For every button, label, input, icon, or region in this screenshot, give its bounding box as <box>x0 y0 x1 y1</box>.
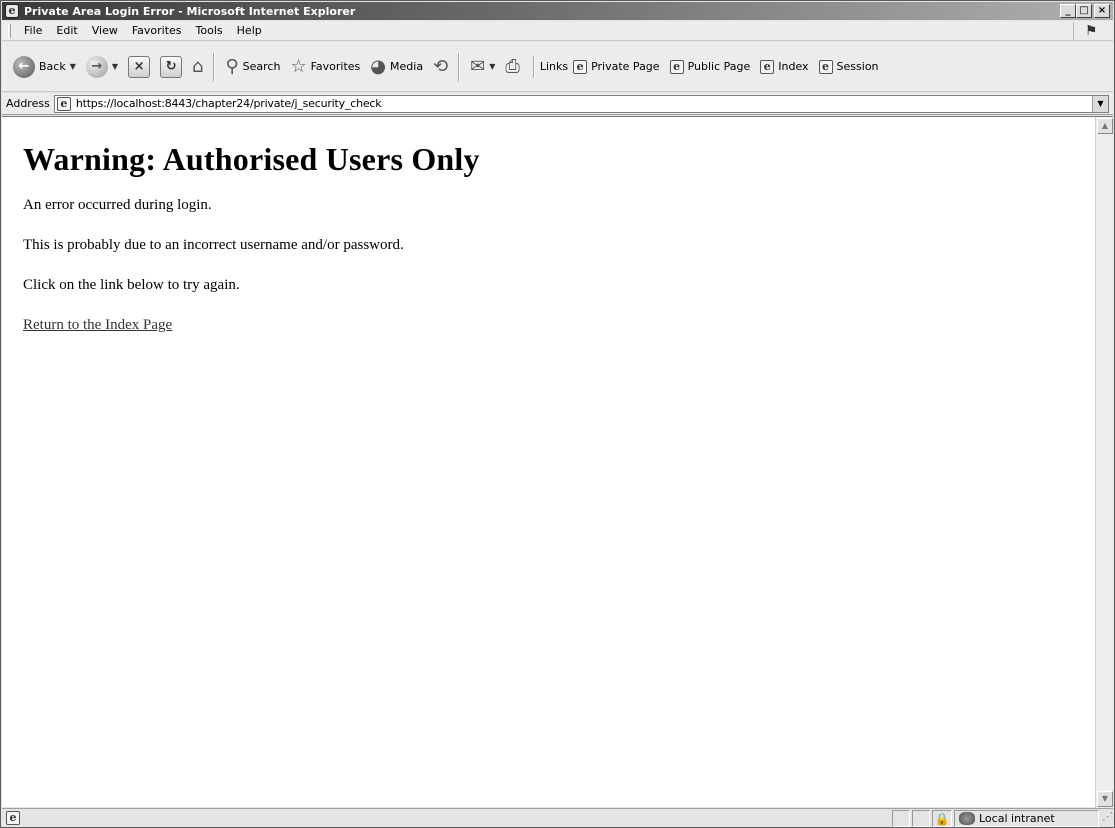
back-arrow-icon: ← <box>13 55 35 78</box>
forward-button[interactable]: → ▼ <box>81 52 123 82</box>
home-button[interactable]: ⌂ <box>187 52 208 82</box>
page-content: Warning: Authorised Users Only An error … <box>23 117 1083 334</box>
stop-button[interactable]: × <box>123 52 155 82</box>
toolbar-separator <box>458 52 461 81</box>
menu-view[interactable]: View <box>85 24 125 37</box>
menu-bar: File Edit View Favorites Tools Help ⚑ <box>2 21 1113 41</box>
home-icon: ⌂ <box>192 56 204 77</box>
security-zone[interactable]: Local intranet <box>954 810 1099 827</box>
window-title: Private Area Login Error - Microsoft Int… <box>24 4 356 18</box>
resize-grip-icon[interactable]: ⋰ <box>1099 810 1113 827</box>
address-bar: Address e https://localhost:8443/chapter… <box>2 93 1113 115</box>
link-index[interactable]: e Index <box>755 59 813 74</box>
forward-arrow-icon: → <box>85 55 108 78</box>
menu-tools[interactable]: Tools <box>189 24 230 37</box>
maximize-button[interactable]: □ <box>1076 4 1092 18</box>
links-bar: Links e Private Page e Public Page e Ind… <box>532 55 884 78</box>
link-label: Session <box>836 60 879 73</box>
address-input[interactable]: e https://localhost:8443/chapter24/priva… <box>53 94 1109 113</box>
ie-page-icon: e <box>56 96 71 111</box>
mail-dropdown-icon[interactable]: ▼ <box>489 62 495 71</box>
ie-page-icon: e <box>573 59 588 74</box>
links-separator <box>532 55 535 78</box>
menu-help[interactable]: Help <box>230 24 269 37</box>
page-status-icon: e <box>6 811 20 825</box>
lock-icon[interactable]: 🔒 <box>932 810 952 827</box>
standard-toolbar: ← Back ▼ → ▼ × ↻ ⌂ ⚲ Search ☆ Favorites … <box>2 42 1113 92</box>
toolbar-separator <box>213 52 216 81</box>
zone-label: Local intranet <box>979 812 1055 825</box>
print-button[interactable]: ⎙ <box>500 52 524 82</box>
link-label: Private Page <box>591 60 660 73</box>
error-message: An error occurred during login. <box>23 197 212 213</box>
close-button[interactable]: × <box>1094 4 1110 18</box>
ie-icon: e <box>5 4 19 18</box>
link-session[interactable]: e Session <box>814 59 884 74</box>
media-icon: ◕ <box>370 56 387 77</box>
windows-logo-icon: ⚑ <box>1073 22 1109 40</box>
media-button[interactable]: ◕ Media <box>365 52 428 82</box>
address-url[interactable]: https://localhost:8443/chapter24/private… <box>76 97 382 110</box>
back-label: Back <box>39 60 66 73</box>
links-label: Links <box>539 60 569 73</box>
vertical-scrollbar[interactable]: ▲ ▼ <box>1095 117 1113 808</box>
page-heading: Warning: Authorised Users Only <box>23 141 480 177</box>
menu-favorites[interactable]: Favorites <box>125 24 189 37</box>
mail-icon: ✉ <box>470 56 486 77</box>
refresh-icon: ↻ <box>160 55 183 78</box>
page-viewport: Warning: Authorised Users Only An error … <box>2 116 1113 808</box>
menu-grip[interactable] <box>8 23 11 38</box>
link-public-page[interactable]: e Public Page <box>665 59 756 74</box>
browser-window: e Private Area Login Error - Microsoft I… <box>0 0 1115 828</box>
status-pane-empty <box>912 810 930 827</box>
link-private-page[interactable]: e Private Page <box>568 59 664 74</box>
ie-page-icon: e <box>760 59 775 74</box>
media-label: Media <box>390 60 424 73</box>
scroll-down-button[interactable]: ▼ <box>1097 791 1113 807</box>
history-button[interactable]: ⟲ <box>428 52 453 82</box>
stop-icon: × <box>128 55 151 78</box>
retry-instruction: Click on the link below to try again. <box>23 277 240 293</box>
search-label: Search <box>242 60 281 73</box>
status-bar: e 🔒 Local intranet ⋰ <box>2 808 1113 827</box>
return-to-index-link[interactable]: Return to the Index Page <box>23 317 172 333</box>
menu-file[interactable]: File <box>17 24 49 37</box>
address-label: Address <box>6 97 50 110</box>
forward-dropdown-icon[interactable]: ▼ <box>112 62 118 71</box>
status-panes: 🔒 Local intranet ⋰ <box>890 810 1113 827</box>
link-label: Public Page <box>687 60 751 73</box>
link-label: Index <box>778 60 809 73</box>
search-button[interactable]: ⚲ Search <box>220 52 285 82</box>
intranet-zone-icon <box>959 812 975 825</box>
ie-page-icon: e <box>669 59 684 74</box>
favorites-label: Favorites <box>310 60 361 73</box>
status-pane-empty <box>892 810 910 827</box>
error-reason: This is probably due to an incorrect use… <box>23 237 404 253</box>
refresh-button[interactable]: ↻ <box>155 52 187 82</box>
back-button[interactable]: ← Back ▼ <box>8 52 81 82</box>
search-icon: ⚲ <box>225 56 239 77</box>
window-controls: _ □ × <box>1060 4 1110 18</box>
star-icon: ☆ <box>290 56 307 77</box>
title-bar[interactable]: e Private Area Login Error - Microsoft I… <box>2 2 1113 20</box>
ie-page-icon: e <box>818 59 833 74</box>
address-dropdown-button[interactable]: ▼ <box>1092 95 1108 112</box>
scroll-up-button[interactable]: ▲ <box>1097 118 1113 134</box>
menu-edit[interactable]: Edit <box>49 24 84 37</box>
minimize-button[interactable]: _ <box>1060 4 1076 18</box>
back-dropdown-icon[interactable]: ▼ <box>70 62 76 71</box>
history-icon: ⟲ <box>433 56 449 77</box>
favorites-button[interactable]: ☆ Favorites <box>285 52 365 82</box>
mail-button[interactable]: ✉ ▼ <box>465 52 500 82</box>
print-icon: ⎙ <box>505 56 520 77</box>
